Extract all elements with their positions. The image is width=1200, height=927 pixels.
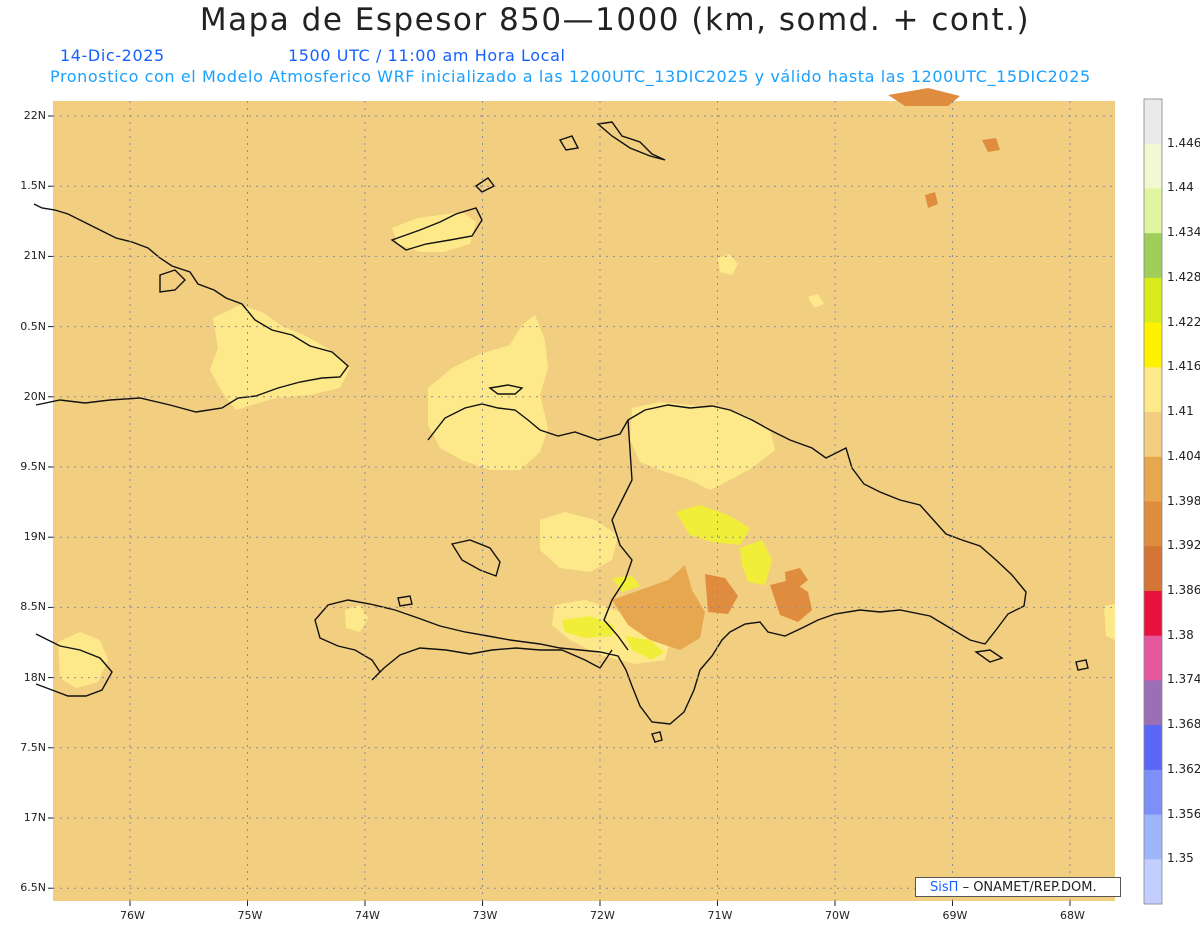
thickness-field-background <box>53 101 1115 901</box>
colorbar-segment <box>1144 456 1162 502</box>
lat-label: 6.5N <box>20 881 46 895</box>
lat-label: 1.5N <box>20 179 46 193</box>
colorbar-segment <box>1144 99 1162 145</box>
colorbar-segment <box>1144 680 1162 726</box>
colorbar-segment <box>1144 590 1162 637</box>
colorbar-label: 1.374 <box>1167 672 1200 687</box>
colorbar-label: 1.356 <box>1167 806 1200 821</box>
credit-box: SisΠ – ONAMET/REP.DOM. <box>915 877 1121 897</box>
colorbar-segment <box>1144 501 1162 547</box>
lat-label: 9.5N <box>20 460 46 473</box>
colorbar-label: 1.362 <box>1167 761 1200 776</box>
lon-label: 70W <box>825 909 850 922</box>
colorbar-label: 1.35 <box>1167 851 1194 866</box>
colorbar-label: 1.434 <box>1167 225 1200 240</box>
lon-label: 74W <box>355 909 380 922</box>
credit-org: – ONAMET/REP.DOM. <box>962 880 1097 895</box>
lon-label: 68W <box>1060 909 1085 922</box>
colorbar-segment <box>1144 322 1162 368</box>
colorbar-segment <box>1144 367 1162 413</box>
colorbar-label: 1.422 <box>1167 314 1200 329</box>
colorbar-label: 1.398 <box>1167 493 1200 508</box>
lon-label: 69W <box>942 909 968 922</box>
lon-label: 72W <box>590 909 615 922</box>
lon-label: 75W <box>237 909 263 922</box>
colorbar-label: 1.446 <box>1167 135 1200 150</box>
thickness-map <box>33 88 1163 906</box>
lat-label: 8.5N <box>20 600 46 614</box>
colorbar-segment <box>1144 277 1162 324</box>
lon-label: 73W <box>472 909 498 922</box>
colorbar <box>1143 98 1163 905</box>
colorbar-label: 1.38 <box>1167 627 1194 642</box>
colorbar-segment <box>1144 233 1162 279</box>
colorbar-label: 1.404 <box>1167 448 1200 463</box>
colorbar-label: 1.41 <box>1167 404 1194 419</box>
colorbar-label: 1.44 <box>1167 180 1194 195</box>
colorbar-segment <box>1144 412 1162 458</box>
lat-label: 22N <box>23 109 46 122</box>
lon-label: 76W <box>120 909 145 922</box>
lat-label: 19N <box>23 530 46 544</box>
colorbar-label: 1.386 <box>1167 582 1200 597</box>
colorbar-segment <box>1144 188 1162 234</box>
colorbar-segment <box>1144 635 1162 681</box>
lon-label: 71W <box>707 909 733 922</box>
colorbar-segment <box>1144 725 1162 771</box>
lat-label: 0.5N <box>20 319 46 333</box>
colorbar-label: 1.428 <box>1167 269 1200 284</box>
colorbar-segment <box>1144 769 1162 816</box>
colorbar-segment <box>1144 814 1162 860</box>
colorbar-segment <box>1144 546 1162 592</box>
lat-label: 20N <box>23 389 46 403</box>
colorbar-segment <box>1144 859 1162 905</box>
credit-brand: SisΠ <box>930 880 959 895</box>
lat-label: 7.5N <box>20 740 46 754</box>
lat-label: 18N <box>23 670 46 684</box>
lat-label: 21N <box>23 249 46 263</box>
colorbar-label: 1.392 <box>1167 538 1200 553</box>
lat-label: 17N <box>23 811 46 824</box>
colorbar-segment <box>1144 143 1162 189</box>
colorbar-label: 1.416 <box>1167 359 1200 374</box>
colorbar-label: 1.368 <box>1167 717 1200 732</box>
